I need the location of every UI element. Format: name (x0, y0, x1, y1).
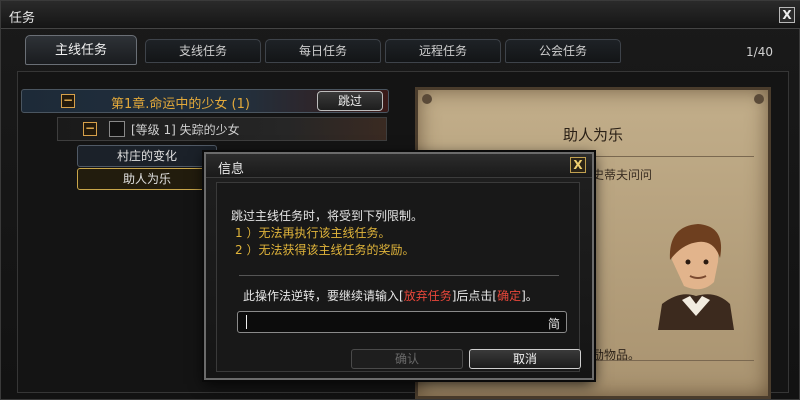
collapse-chapter-icon[interactable]: − (61, 94, 75, 108)
quest-label: [等级 1] 失踪的少女 (131, 123, 240, 137)
instruction-middle: ]后点击[ (451, 289, 498, 303)
sub-item-help-others[interactable]: 助人为乐 (77, 168, 217, 190)
restriction-1: 1 ）无法再执行该主线任务。 (235, 226, 391, 240)
dialog-title: 信息 (218, 162, 245, 177)
instruction-suffix: ]。 (521, 289, 538, 303)
dialog-titlebar[interactable]: 信息 X (206, 154, 592, 178)
corner-rivet-icon (422, 94, 432, 104)
warning-heading: 跳过主线任务时，将受到下列限制。 (231, 209, 424, 223)
chapter-label: 第1章.命运中的少女 (1) (111, 97, 250, 112)
dialog-body: 跳过主线任务时，将受到下列限制。 1 ）无法再执行该主线任务。 2 ）无法获得该… (216, 182, 581, 372)
instruction-text: 此操作法逆转，要继续请输入[放弃任务]后点击[确定]。 (243, 287, 538, 304)
tab-daily-quest[interactable]: 每日任务 (265, 39, 381, 63)
skip-button[interactable]: 跳过 (317, 91, 383, 111)
npc-portrait (658, 224, 734, 330)
keyword-confirm: 确定 (497, 289, 522, 303)
cancel-button[interactable]: 取消 (469, 349, 581, 369)
tab-side-quest[interactable]: 支线任务 (145, 39, 261, 63)
text-caret (246, 315, 247, 329)
close-button[interactable]: X (779, 7, 795, 23)
info-dialog: 信息 X 跳过主线任务时，将受到下列限制。 1 ）无法再执行该主线任务。 2 ）… (204, 152, 594, 380)
confirm-text-input[interactable]: 简 (237, 311, 567, 333)
confirm-button[interactable]: 确认 (351, 349, 463, 369)
quest-detail-title: 助人为乐 (562, 126, 623, 144)
tab-remote-quest[interactable]: 远程任务 (385, 39, 501, 63)
ime-indicator: 简 (547, 317, 560, 331)
window-title: 任务 (9, 11, 36, 26)
divider (239, 275, 559, 276)
quest-checkbox[interactable] (109, 121, 125, 137)
collapse-quest-icon[interactable]: − (83, 122, 97, 136)
sub-item-village-change[interactable]: 村庄的变化 (77, 145, 217, 167)
dialog-close-button[interactable]: X (570, 157, 586, 173)
tab-guild-quest[interactable]: 公会任务 (505, 39, 621, 63)
window-titlebar[interactable]: 任务 X (1, 1, 800, 29)
page-indicator: 1/40 (746, 45, 773, 59)
restriction-2: 2 ）无法获得该主线任务的奖励。 (235, 243, 415, 257)
tab-main-quest[interactable]: 主线任务 (25, 35, 137, 65)
quest-tabs: 主线任务 支线任务 每日任务 远程任务 公会任务 (25, 35, 745, 65)
keyword-abandon: 放弃任务 (403, 289, 452, 303)
corner-rivet-icon (754, 94, 764, 104)
instruction-prefix: 此操作法逆转，要继续请输入[ (243, 289, 404, 303)
